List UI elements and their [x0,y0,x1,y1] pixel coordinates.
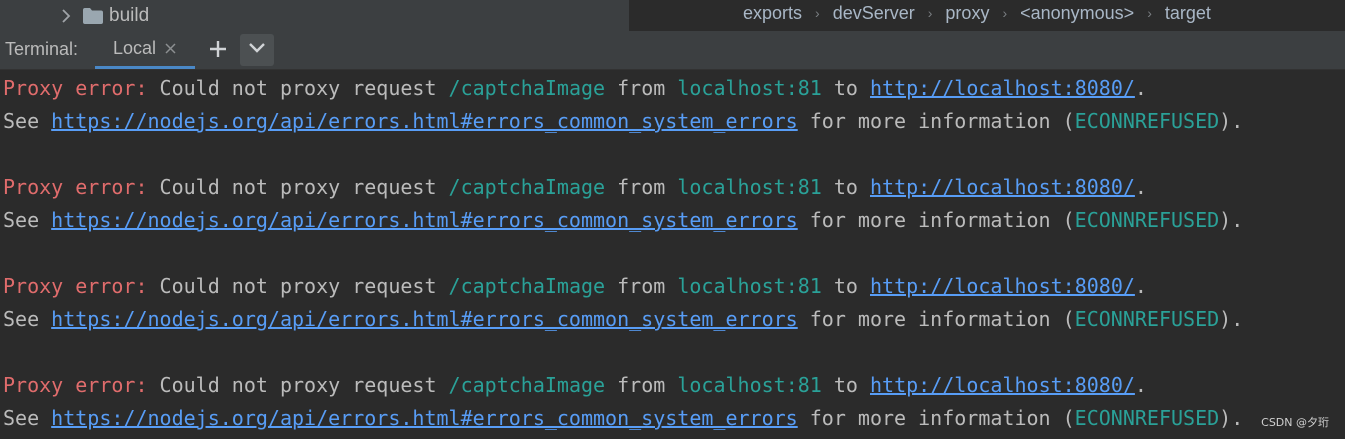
tab-local[interactable]: Local [95,31,195,69]
terminal-line-see-docs: See https://nodejs.org/api/errors.html#e… [3,403,1243,433]
line-text: for more information ( [797,208,1075,232]
target-url-link[interactable]: http://localhost:8080/ [870,76,1135,100]
plus-icon [209,40,227,63]
line-text: ). [1219,307,1244,331]
terminal-line-proxy-error: Proxy error: Could not proxy request /ca… [3,370,1147,400]
line-text: See [3,208,52,232]
source-host: localhost:81 [677,274,822,298]
docs-link[interactable]: https://nodejs.org/api/errors.html#error… [51,307,798,331]
terminal-title: Terminal: [5,39,79,59]
close-icon[interactable] [164,43,176,55]
docs-link[interactable]: https://nodejs.org/api/errors.html#error… [51,109,798,133]
line-text: from [605,274,678,298]
target-url-link[interactable]: http://localhost:8080/ [870,274,1135,298]
breadcrumb-separator: › [1002,5,1008,21]
tree-item-build[interactable]: build [58,5,149,27]
line-text: from [605,175,678,199]
error-code: ECONNREFUSED [1074,208,1220,232]
terminal-line-see-docs: See https://nodejs.org/api/errors.html#e… [3,106,1243,136]
breadcrumb-separator: › [1147,5,1152,21]
terminal-line-see-docs: See https://nodejs.org/api/errors.html#e… [3,304,1243,334]
error-prefix: Proxy error: [3,175,148,199]
line-text: . [1134,76,1147,100]
terminal-line-proxy-error: Proxy error: Could not proxy request /ca… [3,73,1147,103]
terminal-line-see-docs: See https://nodejs.org/api/errors.html#e… [3,205,1243,235]
breadcrumb: exports › devServer › proxy › <anonymous… [743,0,1211,26]
breadcrumb-separator: › [927,5,933,21]
terminal-header: Terminal: Local [0,31,1345,70]
line-text: to [821,175,870,199]
source-host: localhost:81 [677,175,822,199]
line-text: Could not proxy request [147,76,449,100]
line-text: ). [1219,406,1244,430]
line-text: Could not proxy request [147,175,449,199]
error-prefix: Proxy error: [3,274,148,298]
line-text: See [3,109,52,133]
breadcrumb-separator: › [815,5,820,21]
docs-link[interactable]: https://nodejs.org/api/errors.html#error… [51,406,798,430]
line-text: ). [1219,208,1244,232]
tab-label: Local [113,38,157,58]
terminal-line-proxy-error: Proxy error: Could not proxy request /ca… [3,271,1147,301]
line-text: See [3,307,52,331]
error-prefix: Proxy error: [3,373,148,397]
error-code: ECONNREFUSED [1074,406,1220,430]
request-path: /captchaImage [448,76,606,100]
line-text: from [605,76,678,100]
target-url-link[interactable]: http://localhost:8080/ [870,175,1135,199]
request-path: /captchaImage [448,274,606,298]
breadcrumb-item-target[interactable]: target [1165,3,1211,24]
line-text: . [1134,373,1147,397]
source-host: localhost:81 [677,76,822,100]
request-path: /captchaImage [448,175,606,199]
terminal-output[interactable]: Proxy error: Could not proxy request /ca… [0,70,1345,439]
target-url-link[interactable]: http://localhost:8080/ [870,373,1135,397]
error-prefix: Proxy error: [3,76,148,100]
terminal-line-proxy-error: Proxy error: Could not proxy request /ca… [3,172,1147,202]
chevron-down-icon [248,41,266,59]
project-tree-pane: build [0,0,628,31]
line-text: to [821,274,870,298]
line-text: for more information ( [797,406,1075,430]
line-text: . [1134,175,1147,199]
line-text: Could not proxy request [147,373,449,397]
breadcrumb-item-devserver[interactable]: devServer [833,3,915,24]
line-text: Could not proxy request [147,274,449,298]
source-host: localhost:81 [677,373,822,397]
breadcrumb-item-proxy[interactable]: proxy [945,3,989,24]
line-text: for more information ( [797,307,1075,331]
line-text: See [3,406,52,430]
chevron-right-icon[interactable] [58,8,74,24]
breadcrumb-item-exports[interactable]: exports [743,3,802,24]
error-code: ECONNREFUSED [1074,109,1220,133]
line-text: to [821,76,870,100]
line-text: from [605,373,678,397]
watermark: CSDN @夕珩 [1261,416,1329,429]
line-text: . [1134,274,1147,298]
line-text: to [821,373,870,397]
tree-item-label: build [109,5,150,26]
folder-icon [82,7,104,25]
breadcrumb-pane: exports › devServer › proxy › <anonymous… [629,0,1345,31]
docs-link[interactable]: https://nodejs.org/api/errors.html#error… [51,208,798,232]
error-code: ECONNREFUSED [1074,307,1220,331]
request-path: /captchaImage [448,373,606,397]
top-strip: build exports › devServer › proxy › <ano… [0,0,1345,32]
line-text: for more information ( [797,109,1075,133]
new-tab-button[interactable] [205,38,231,64]
breadcrumb-item-anonymous[interactable]: <anonymous> [1020,3,1134,24]
line-text: ). [1219,109,1244,133]
tab-menu-button[interactable] [240,34,274,66]
